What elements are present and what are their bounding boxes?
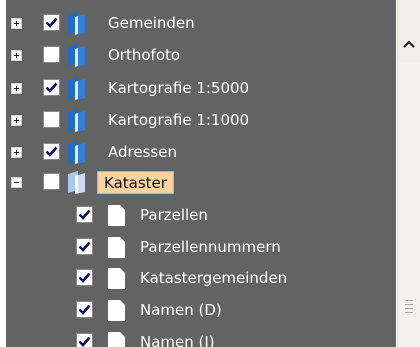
tree-item-label: Kataster — [97, 171, 174, 194]
layer-visibility-checkbox[interactable] — [43, 14, 60, 31]
tree-item-label: Katastergemeinden — [140, 269, 288, 287]
layer-visibility-checkbox[interactable] — [76, 301, 93, 318]
scroll-grip-icon[interactable] — [405, 300, 414, 318]
expand-icon[interactable] — [11, 50, 22, 61]
layer-group-folder-icon — [68, 141, 85, 164]
checkmark-icon — [78, 272, 91, 283]
tree-item[interactable]: Orthofoto — [6, 40, 396, 72]
layer-tree-window: Gemeinden Orthofoto Kartografie 1:5000 Kart… — [0, 0, 420, 347]
scroll-up-button[interactable] — [398, 0, 420, 62]
collapse-icon[interactable] — [11, 177, 22, 188]
layer-visibility-checkbox[interactable] — [43, 46, 60, 63]
layer-visibility-checkbox[interactable] — [76, 238, 93, 255]
tree-item[interactable]: Adressen — [6, 137, 396, 169]
layer-visibility-checkbox[interactable] — [76, 206, 93, 223]
tree-item-label: Kartografie 1:1000 — [108, 111, 250, 129]
layer-group-folder-icon — [68, 44, 85, 67]
checkmark-icon — [78, 241, 91, 252]
checkmark-icon — [78, 304, 91, 315]
tree-item[interactable]: Namen (I) — [6, 327, 396, 347]
layer-group-folder-icon — [68, 77, 85, 100]
layer-group-folder-icon — [68, 109, 85, 132]
layer-visibility-checkbox[interactable] — [43, 79, 60, 96]
layer-page-icon — [108, 237, 125, 258]
tree-item[interactable]: Namen (D) — [6, 295, 396, 327]
tree-item[interactable]: Parzellen — [6, 200, 396, 232]
tree-item[interactable]: Parzellennummern — [6, 232, 396, 264]
tree-item[interactable]: Kataster — [6, 167, 396, 199]
tree-item[interactable]: Gemeinden — [6, 8, 396, 40]
layer-group-folder-icon — [68, 171, 85, 194]
layer-page-icon — [108, 332, 125, 347]
layer-visibility-checkbox[interactable] — [43, 111, 60, 128]
tree-item[interactable]: Katastergemeinden — [6, 263, 396, 295]
tree-item-label: Adressen — [108, 143, 177, 161]
expand-icon[interactable] — [11, 147, 22, 158]
tree-item-label: Parzellen — [140, 206, 208, 224]
tree-item[interactable]: Kartografie 1:1000 — [6, 105, 396, 137]
layer-visibility-checkbox[interactable] — [76, 269, 93, 286]
layer-page-icon — [108, 205, 125, 226]
layer-visibility-checkbox[interactable] — [43, 143, 60, 160]
layer-visibility-checkbox[interactable] — [76, 333, 93, 347]
layer-page-icon — [108, 300, 125, 321]
tree-item-label: Namen (D) — [140, 301, 222, 319]
layer-page-icon — [108, 268, 125, 289]
tree-item-label: Namen (I) — [140, 333, 215, 347]
layer-group-folder-icon — [68, 12, 85, 35]
checkmark-icon — [78, 209, 91, 220]
checkmark-icon — [45, 82, 58, 93]
vertical-scrollbar[interactable] — [397, 0, 420, 347]
tree-item-label: Kartografie 1:5000 — [108, 79, 250, 97]
expand-icon[interactable] — [11, 18, 22, 29]
checkmark-icon — [78, 336, 91, 347]
expand-icon[interactable] — [11, 83, 22, 94]
tree-item-label: Orthofoto — [108, 46, 181, 64]
tree-item-label: Gemeinden — [108, 14, 195, 32]
expand-icon[interactable] — [11, 115, 22, 126]
layer-tree: Gemeinden Orthofoto Kartografie 1:5000 Kart… — [6, 0, 396, 347]
checkmark-icon — [45, 146, 58, 157]
tree-item-label: Parzellennummern — [140, 238, 281, 256]
checkmark-icon — [45, 17, 58, 28]
tree-item[interactable]: Kartografie 1:5000 — [6, 73, 396, 105]
chevron-up-icon — [403, 40, 415, 48]
layer-visibility-checkbox[interactable] — [43, 173, 60, 190]
